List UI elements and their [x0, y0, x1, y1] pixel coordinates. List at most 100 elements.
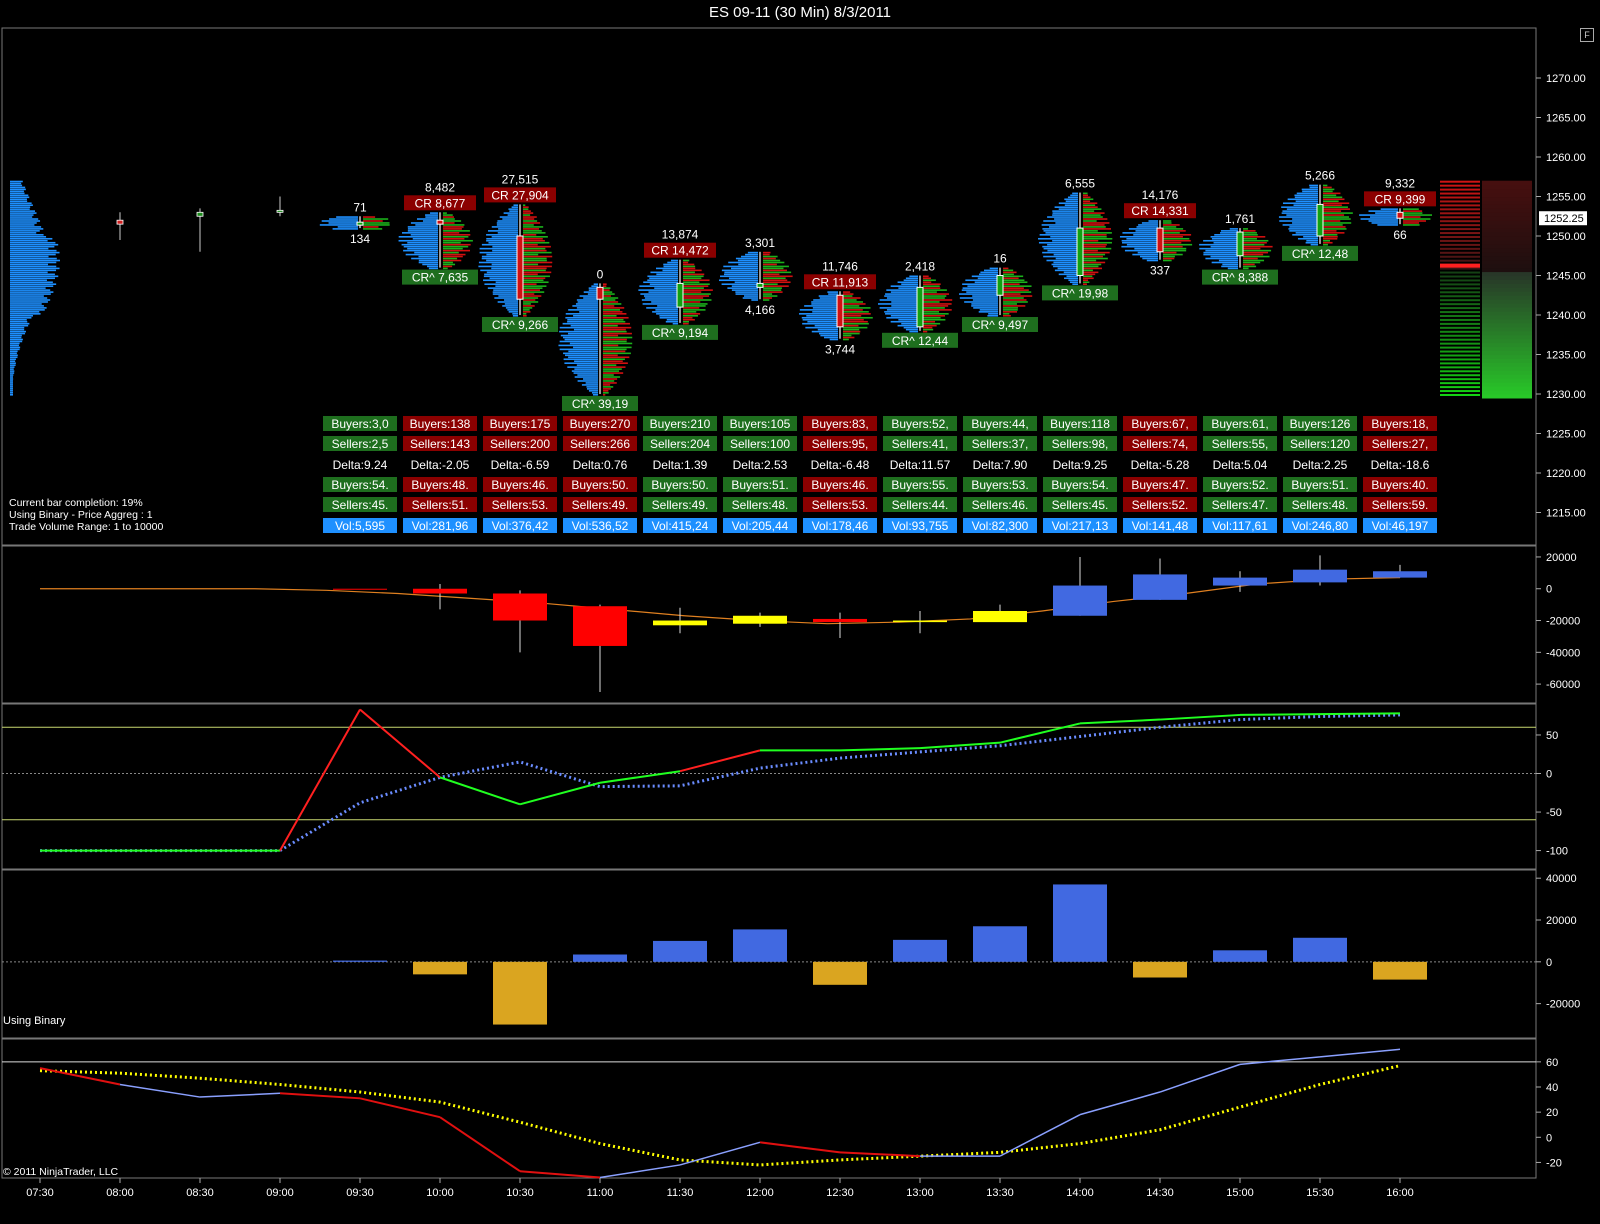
footprint-ask — [523, 299, 536, 301]
footprint-ask — [1403, 222, 1420, 224]
footprint-ask — [603, 318, 624, 321]
footprint-ask — [1243, 253, 1264, 256]
footprint-bid — [801, 316, 838, 319]
footprint-bid — [1222, 263, 1238, 266]
footprint-ask — [1323, 204, 1342, 206]
footprint-bid — [1122, 241, 1158, 244]
footprint-bid — [741, 255, 758, 258]
depth-ladder-left — [1440, 267, 1480, 270]
footprint-ask — [843, 318, 864, 321]
volume-profile-bar — [10, 388, 13, 390]
footprint-ask — [523, 275, 550, 278]
footprint-bid — [988, 313, 998, 315]
footprint-ask — [923, 275, 929, 278]
footprint-ask — [1003, 273, 1014, 276]
footprint-ask — [923, 285, 940, 287]
footprint-bid — [1289, 230, 1318, 232]
footprint-ask — [843, 309, 863, 311]
volume-profile-bar — [10, 372, 15, 374]
footprint-ask — [763, 263, 777, 266]
volume-profile-bar — [10, 332, 26, 335]
footprint-ask — [1403, 212, 1423, 214]
stat-sellers: Sellers:100 — [730, 437, 790, 451]
depth-ladder-right — [1482, 239, 1532, 245]
volume-profile-bar — [10, 307, 47, 309]
footprint-ask — [523, 232, 546, 234]
oscillator-segment — [359, 708, 441, 779]
footprint-ask — [923, 311, 940, 313]
footprint-bar: 2,418 CR^ 12,44 Buyers:52, Sellers:41, Delta… — [878, 260, 958, 533]
volume-profile-bar — [10, 237, 53, 240]
footprint-ask — [683, 315, 698, 317]
footprint-bid — [481, 255, 518, 258]
chart-canvas[interactable]: 1270.00 1265.00 1260.00 1255.00 1250.00 1245.… — [0, 0, 1600, 1224]
footprint-bid — [422, 220, 438, 222]
price-tick-label: 1255.00 — [1546, 192, 1586, 204]
footprint-bid — [569, 342, 598, 345]
time-tick-label: 15:30 — [1306, 1187, 1334, 1199]
footprint-ask — [523, 204, 526, 206]
footprint-bid — [410, 222, 438, 224]
footprint-ask — [1003, 301, 1028, 303]
footprint-ask — [1083, 275, 1093, 278]
footprint-ask — [1323, 236, 1338, 238]
footprint-bid — [512, 315, 518, 317]
stat-sellers-pct: Sellers:47. — [1212, 498, 1269, 512]
bottom-volume-label: 3,744 — [825, 343, 855, 357]
volume-profile-bar — [10, 224, 35, 226]
volume-profile-bar — [10, 180, 23, 183]
footprint-ask — [1003, 277, 1019, 280]
depth-ladder-right — [1482, 243, 1532, 249]
footprint-bid — [337, 226, 358, 228]
stat-buyers: Buyers:270 — [570, 417, 631, 431]
footprint-bid — [1303, 236, 1318, 238]
bottom-volume-label: 66 — [1393, 228, 1407, 242]
footprint-ask — [603, 352, 631, 355]
footprint-ask — [1243, 251, 1269, 254]
depth-ladder-left — [1440, 279, 1480, 282]
depth-ladder-left — [1440, 358, 1480, 361]
footprint-ask — [843, 336, 855, 339]
depth-ladder-right — [1482, 299, 1532, 304]
footprint-bid — [573, 315, 598, 317]
footprint-ask — [1243, 236, 1266, 238]
footprint-ask — [1323, 202, 1350, 205]
footprint-ask — [763, 267, 784, 270]
footprint-ask — [923, 313, 949, 315]
footprint-ask — [1323, 232, 1345, 234]
footprint-bid — [1211, 237, 1238, 240]
footprint-ask — [763, 283, 778, 285]
footprint-ask — [1083, 220, 1097, 222]
footprint-bid — [405, 253, 438, 256]
depth-ladder-right — [1482, 307, 1532, 312]
footprint-bid — [410, 234, 438, 236]
depth-ladder-left — [1440, 362, 1480, 365]
footprint-bid — [588, 390, 598, 392]
footprint-bid — [425, 214, 438, 216]
footprint-bid — [891, 301, 918, 303]
volume-profile-bar — [10, 220, 41, 222]
footprint-ask — [763, 261, 785, 264]
y-tick-label: -40000 — [1546, 647, 1580, 659]
footprint-bid — [1047, 243, 1078, 246]
footprint-ask — [1163, 253, 1183, 256]
footprint-ask — [683, 293, 711, 295]
footprint-bid — [336, 216, 358, 218]
stat-buyers: Buyers:175 — [490, 417, 551, 431]
volume-profile-bar — [10, 285, 54, 287]
footprint-bid — [592, 394, 598, 396]
footprint-ask — [923, 289, 947, 291]
footprint-ask — [443, 255, 463, 258]
volume-profile-bar — [10, 273, 55, 276]
depth-ladder-left — [1440, 239, 1480, 242]
footprint-ask — [923, 283, 941, 285]
footprint-bid — [403, 245, 438, 248]
footprint-bid — [731, 285, 758, 287]
time-tick-label: 11:30 — [667, 1187, 694, 1199]
footprint-ask — [1083, 257, 1108, 260]
footprint-ask — [603, 324, 618, 327]
footprint-bid — [1124, 249, 1158, 252]
depth-ladder-right — [1482, 255, 1532, 261]
footprint-bid — [398, 239, 438, 242]
footprint-ask — [523, 311, 531, 313]
